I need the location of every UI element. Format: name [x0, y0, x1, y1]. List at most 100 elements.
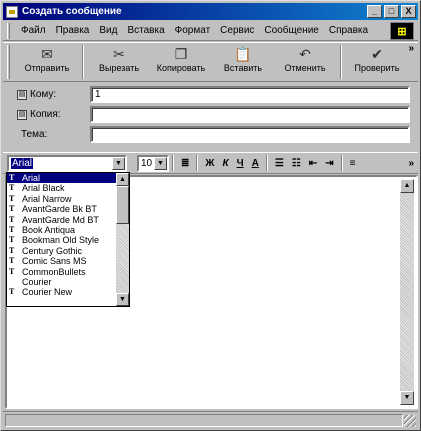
font-name-label: AvantGarde Bk BT	[22, 204, 97, 215]
menu-grip-icon[interactable]	[7, 22, 10, 39]
menu-edit[interactable]: Правка	[51, 25, 95, 36]
font-dropdown-list[interactable]: T Arial T Arial Black T Arial Narrow T AvantGar…	[6, 172, 130, 307]
close-button[interactable]: X	[401, 5, 416, 18]
address-area: ▤ Кому: 1 ▤ Копия: Тема:	[3, 84, 418, 148]
cc-row: ▤ Копия:	[3, 106, 418, 124]
align-left-icon: ≡	[349, 157, 356, 169]
italic-button[interactable]: К	[218, 158, 232, 169]
font-name-label: Comic Sans MS	[22, 256, 87, 267]
align-left-button[interactable]: ≡	[346, 158, 360, 169]
font-name-label: Courier	[22, 276, 52, 287]
font-size-value: 10	[141, 157, 153, 169]
to-field[interactable]: 1	[90, 86, 410, 103]
truetype-icon: T	[9, 204, 15, 214]
maximize-button[interactable]: □	[384, 5, 399, 18]
bullet-list-button[interactable]: ☷	[288, 158, 305, 169]
menu-insert[interactable]: Вставка	[122, 25, 169, 36]
subject-field[interactable]	[90, 126, 410, 143]
subject-label: Тема:	[21, 129, 48, 140]
check-names-icon: ✔	[371, 46, 383, 62]
format-separator	[172, 155, 174, 171]
font-list-item[interactable]: T Courier New	[7, 287, 117, 297]
to-label[interactable]: ▤ Кому:	[17, 89, 56, 100]
increase-indent-icon: ⇥	[325, 157, 334, 169]
font-list-item[interactable]: T Century Gothic	[7, 246, 117, 256]
scroll-down-button[interactable]: ▼	[400, 391, 414, 405]
toolbar-separator	[82, 45, 84, 79]
menu-view[interactable]: Вид	[94, 25, 122, 36]
copy-button[interactable]: ❐ Копировать	[150, 45, 212, 80]
menu-help[interactable]: Справка	[324, 25, 373, 36]
scroll-up-button[interactable]: ▲	[400, 179, 414, 193]
truetype-icon: T	[9, 256, 15, 266]
truetype-icon: T	[9, 266, 15, 276]
font-name-label: Bookman Old Style	[22, 235, 100, 246]
menu-bar: Файл Правка Вид Вставка Формат Сервис Со…	[3, 21, 418, 41]
scroll-down-button[interactable]: ▼	[116, 293, 129, 306]
cc-label[interactable]: ▤ Копия:	[17, 109, 61, 120]
paste-button[interactable]: 📋 Вставить	[212, 45, 274, 80]
font-name-label: Arial	[22, 173, 41, 183]
font-list-item[interactable]: T AvantGarde Bk BT	[7, 204, 117, 214]
title-bar[interactable]: Создать сообщение _ □ X	[3, 3, 418, 20]
font-name-label: CommonBullets	[22, 266, 86, 277]
increase-indent-button[interactable]: ⇥	[321, 158, 337, 169]
cc-field[interactable]	[90, 106, 410, 123]
font-name-label: Arial Narrow	[22, 193, 72, 204]
decrease-indent-button[interactable]: ⇤	[305, 158, 321, 169]
font-list-item[interactable]: T Arial Black	[7, 183, 117, 193]
address-book-icon: ▤	[17, 89, 27, 100]
truetype-icon: T	[9, 183, 15, 193]
font-color-button[interactable]: A	[248, 158, 263, 169]
menu-tools[interactable]: Сервис	[215, 25, 259, 36]
paragraph-style-button[interactable]: ≣	[177, 158, 193, 169]
scroll-up-button[interactable]: ▲	[116, 173, 129, 186]
body-scrollbar[interactable]: ▲ ▼	[400, 179, 414, 405]
undo-icon: ↶	[299, 46, 311, 62]
font-list-item[interactable]: Courier	[7, 277, 117, 287]
bold-button[interactable]: Ж	[201, 158, 218, 169]
scroll-thumb[interactable]	[116, 186, 129, 224]
format-separator	[340, 155, 343, 171]
font-list-item[interactable]: T Arial Narrow	[7, 194, 117, 204]
new-message-icon	[6, 5, 18, 18]
send-icon: ✉	[41, 46, 53, 62]
font-list-item[interactable]: T Bookman Old Style	[7, 235, 117, 245]
undo-button[interactable]: ↶ Отменить	[274, 45, 336, 80]
font-list-item[interactable]: T Arial	[7, 173, 117, 184]
font-size-combo[interactable]: 10 ▼	[137, 154, 169, 172]
menu-message[interactable]: Сообщение	[259, 25, 323, 36]
chevron-down-icon[interactable]: ▼	[112, 156, 125, 170]
send-button[interactable]: ✉ Отправить	[16, 45, 78, 80]
bullet-list-icon: ☷	[291, 157, 301, 169]
status-bar	[3, 411, 418, 428]
format-separator	[265, 155, 268, 171]
scissors-icon: ✂	[113, 46, 125, 62]
chevron-down-icon[interactable]: ▼	[154, 156, 167, 170]
font-list-item[interactable]: T Comic Sans MS	[7, 256, 117, 266]
toolbar-grip-icon[interactable]	[7, 45, 10, 79]
resize-grip-icon[interactable]	[404, 415, 416, 427]
underline-button[interactable]: Ч	[233, 158, 248, 169]
font-name-combo[interactable]: Arial ▼	[7, 154, 127, 172]
font-list-item[interactable]: T CommonBullets	[7, 267, 117, 277]
to-row: ▤ Кому: 1	[3, 86, 418, 104]
menu-format[interactable]: Формат	[170, 25, 216, 36]
truetype-icon: T	[9, 245, 15, 255]
font-name-label: Arial Black	[22, 183, 65, 194]
minimize-button[interactable]: _	[367, 5, 382, 18]
toolbar-more-button[interactable]: »	[408, 43, 414, 54]
font-list-item[interactable]: T AvantGarde Md BT	[7, 215, 117, 225]
numbered-list-button[interactable]: ☰	[271, 158, 288, 169]
format-toolbar: Arial ▼ 10 ▼ ≣ Ж К Ч A ☰ ☷ ⇤ ⇥ ≡ »	[3, 152, 418, 174]
numbered-list-icon: ☰	[274, 157, 284, 169]
format-more-button[interactable]: »	[404, 158, 418, 169]
font-list-scrollbar[interactable]: ▲ ▼	[116, 173, 129, 306]
truetype-icon: T	[9, 193, 15, 203]
menu-file[interactable]: Файл	[16, 25, 51, 36]
check-names-button[interactable]: ✔ Проверить	[346, 45, 408, 80]
truetype-icon: T	[9, 224, 15, 234]
cut-button[interactable]: ✂ Вырезать	[88, 45, 150, 80]
font-name-label: Book Antiqua	[22, 224, 76, 235]
font-list-item[interactable]: T Book Antiqua	[7, 225, 117, 235]
